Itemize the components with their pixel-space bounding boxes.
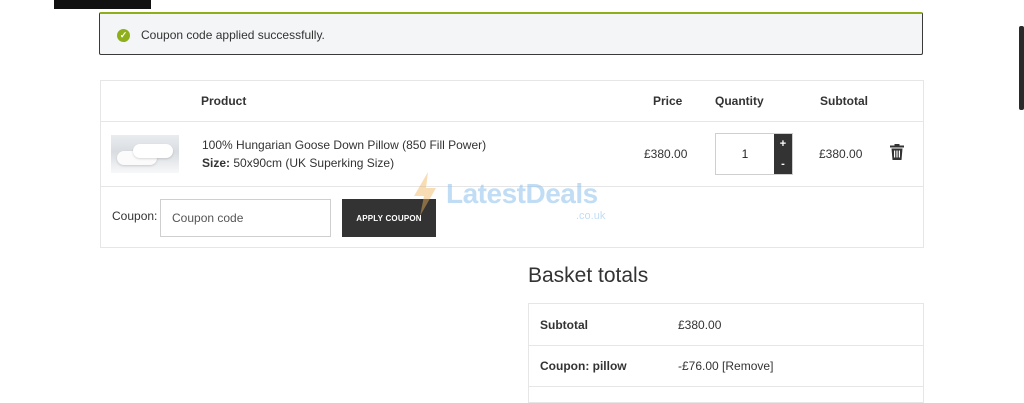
quantity-stepper: + - <box>715 133 793 175</box>
size-value: 50x90cm (UK Superking Size) <box>233 156 395 170</box>
coupon-discount-value: -£76.00 <box>678 359 719 373</box>
lightning-bolt-icon <box>414 172 436 216</box>
basket-totals-table: Subtotal £380.00 Coupon: pillow -£76.00 … <box>528 303 924 403</box>
row-divider <box>529 345 923 346</box>
product-size: Size: 50x90cm (UK Superking Size) <box>202 156 394 170</box>
header-quantity: Quantity <box>715 94 764 108</box>
coupon-discount-row: -£76.00 [Remove] <box>678 359 773 373</box>
page-scrollbar[interactable] <box>1019 26 1024 110</box>
coupon-code-input[interactable] <box>160 199 331 237</box>
coupon-discount-label: Coupon: pillow <box>540 359 627 373</box>
header-price: Price <box>653 94 683 108</box>
trash-icon[interactable] <box>890 144 904 160</box>
item-price: £380.00 <box>644 147 688 161</box>
notice-message: Coupon code applied successfully. <box>141 28 325 42</box>
subtotal-label: Subtotal <box>540 318 588 332</box>
product-name-link[interactable]: 100% Hungarian Goose Down Pillow (850 Fi… <box>202 138 486 152</box>
quantity-input[interactable] <box>716 134 774 174</box>
item-subtotal: £380.00 <box>819 147 863 161</box>
remove-coupon-link[interactable]: [Remove] <box>722 359 773 373</box>
basket-totals-title: Basket totals <box>528 264 649 287</box>
quantity-decrement-button[interactable]: - <box>774 154 792 174</box>
check-circle-icon: ✓ <box>117 29 130 42</box>
row-divider <box>101 121 923 122</box>
watermark-text: LatestDeals <box>446 178 598 209</box>
success-notice: ✓ Coupon code applied successfully. <box>99 12 923 55</box>
quantity-increment-button[interactable]: + <box>774 134 792 154</box>
row-divider <box>529 386 923 387</box>
coupon-label: Coupon: <box>112 209 158 223</box>
subtotal-value: £380.00 <box>678 318 722 332</box>
size-label: Size: <box>202 156 231 170</box>
watermark-subtext: .co.uk <box>576 210 606 222</box>
header-product: Product <box>201 94 247 108</box>
latestdeals-watermark: LatestDeals .co.uk <box>408 170 624 226</box>
product-thumbnail[interactable] <box>111 135 179 173</box>
header-subtotal: Subtotal <box>820 94 868 108</box>
top-bar-fragment <box>54 0 151 9</box>
